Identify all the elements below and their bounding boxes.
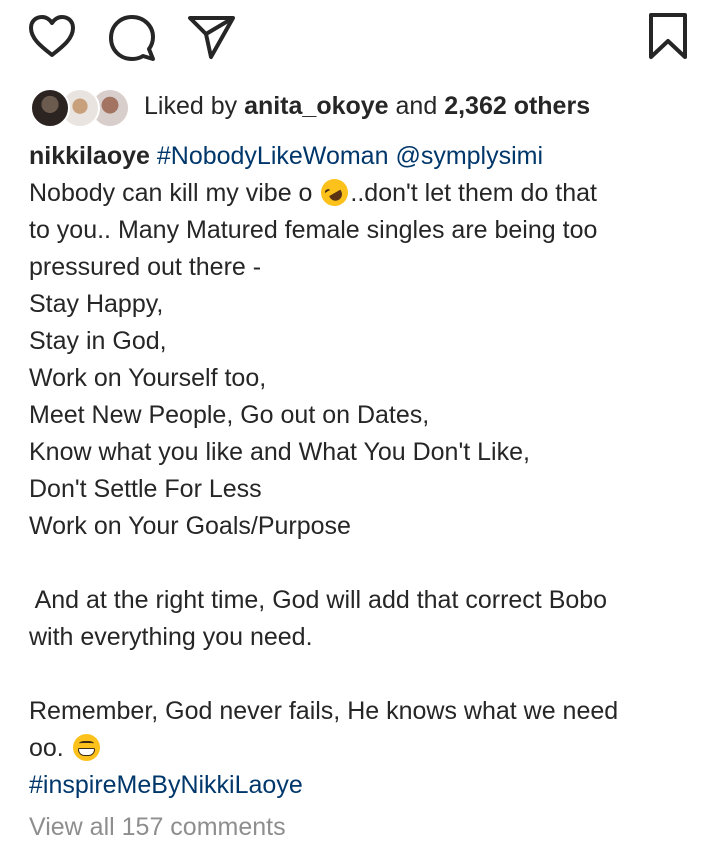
caption-username[interactable]: nikkilaoye (29, 142, 150, 170)
caption-text: Nobody can kill my vibe o (29, 179, 320, 207)
likes-summary[interactable]: Liked by anita_okoye and 2,362 others (30, 86, 710, 128)
caption-hashtag-line: #inspireMeByNikkiLaoye (29, 767, 699, 804)
comment-bubble-icon[interactable] (108, 14, 156, 62)
caption-line: to you.. Many Matured female singles are… (29, 216, 598, 244)
likes-text: Liked by anita_okoye and 2,362 others (144, 92, 590, 120)
caption-line: Meet New People, Go out on Dates, (29, 401, 430, 429)
caption-text: oo. (29, 734, 71, 762)
caption-line: Work on Yourself too, (29, 364, 267, 392)
post-action-bar (0, 0, 720, 76)
caption-line: with everything you need. (29, 623, 313, 651)
liker-avatar[interactable] (30, 88, 70, 128)
rolling-on-floor-laughing-emoji (316, 174, 354, 211)
caption-line: Stay Happy, (29, 290, 164, 318)
caption-line: Work on Your Goals/Purpose (29, 512, 351, 540)
likes-prefix: Liked by (144, 92, 245, 120)
likes-count[interactable]: 2,362 others (444, 92, 590, 120)
caption-line: Remember, God never fails, He knows what… (29, 697, 619, 725)
view-all-comments-link[interactable]: View all 157 comments (29, 810, 286, 844)
paper-plane-icon[interactable] (187, 14, 237, 60)
bookmark-icon[interactable] (646, 12, 690, 60)
caption-line: pressured out there - (29, 253, 262, 281)
mention-link[interactable]: @symplysimi (395, 142, 543, 170)
heart-icon[interactable] (28, 14, 76, 60)
likes-middle: and (388, 92, 445, 120)
caption-header-line: nikkilaoye #NobodyLikeWoman @symplysimi (29, 138, 699, 175)
caption-line: Don't Settle For Less (29, 475, 262, 503)
caption-line: oo. (29, 730, 699, 767)
caption-line: Nobody can kill my vibe o ..don't let th… (29, 174, 699, 212)
hashtag-link[interactable]: #NobodyLikeWoman (157, 142, 389, 170)
post-caption: nikkilaoye #NobodyLikeWoman @symplysimi … (29, 138, 699, 804)
hashtag-link[interactable]: #inspireMeByNikkiLaoye (29, 771, 303, 799)
caption-line: Stay in God, (29, 327, 167, 355)
liker-username[interactable]: anita_okoye (244, 92, 389, 120)
caption-line: Know what you like and What You Don't Li… (29, 438, 530, 466)
grinning-face-emoji (72, 734, 100, 761)
caption-text: ..don't let them do that (350, 179, 598, 207)
caption-line: And at the right time, God will add that… (29, 586, 608, 614)
